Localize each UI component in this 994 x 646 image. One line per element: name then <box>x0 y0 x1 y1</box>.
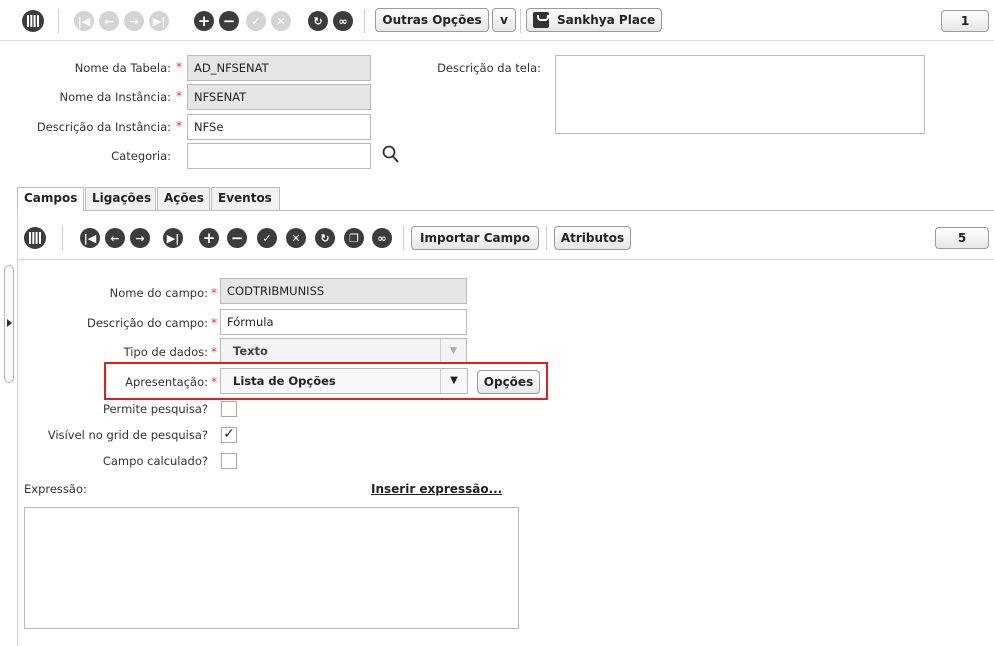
visivel-grid-checkbox[interactable]: ✓ <box>221 427 237 443</box>
checkmark-icon: ✓ <box>223 426 235 442</box>
apresentacao-label: Apresentação: <box>125 375 208 389</box>
tipo-dados-label: Tipo de dados: <box>123 345 208 359</box>
descricao-campo-field[interactable]: Fórmula <box>220 309 467 335</box>
triangle-right-icon <box>7 319 12 327</box>
copy-icon[interactable]: ❐ <box>344 228 364 248</box>
campo-calculado-checkbox[interactable] <box>221 453 237 469</box>
outras-opcoes-label: Outras Opções <box>382 13 482 27</box>
required-marker: * <box>176 89 182 103</box>
next-record-icon[interactable]: → <box>130 228 150 248</box>
toolbar-separator <box>364 9 365 33</box>
descricao-tela-label: Descrição da tela: <box>437 61 541 75</box>
toolbar-separator <box>58 9 59 33</box>
required-marker: * <box>211 375 217 389</box>
nome-tabela-field[interactable]: AD_NFSENAT <box>187 55 371 81</box>
first-record-icon[interactable]: |◀ <box>74 11 94 31</box>
refresh-icon[interactable]: ↻ <box>315 228 335 248</box>
grid-glyph-icon <box>27 15 39 27</box>
previous-record-icon[interactable]: ← <box>99 11 119 31</box>
permite-pesquisa-label: Permite pesquisa? <box>102 402 208 416</box>
remove-icon[interactable]: − <box>227 228 247 248</box>
first-record-icon[interactable]: |◀ <box>80 228 100 248</box>
expressao-label: Expressão: <box>24 482 87 496</box>
tab-campos[interactable]: Campos <box>17 187 84 211</box>
page-number: 1 <box>960 14 970 28</box>
cancel-icon[interactable]: ✕ <box>271 11 291 31</box>
sankhya-place-label: Sankhya Place <box>557 13 656 27</box>
tab-ligacoes[interactable]: Ligações <box>85 187 156 210</box>
toolbar-separator <box>520 9 521 33</box>
inner-page-number-badge: 5 <box>935 227 989 249</box>
previous-record-icon[interactable]: ← <box>105 228 125 248</box>
categoria-label: Categoria: <box>111 149 171 163</box>
descricao-instancia-field[interactable]: NFSe <box>187 114 371 140</box>
add-icon[interactable]: + <box>194 11 214 31</box>
nome-instancia-field[interactable]: NFSENAT <box>187 84 371 110</box>
nome-campo-label: Nome do campo: <box>109 286 208 300</box>
grid-glyph-icon <box>29 232 41 244</box>
last-record-icon[interactable]: ▶| <box>149 11 169 31</box>
nome-instancia-label: Nome da Instância: <box>59 90 171 104</box>
inner-toolbar-divider <box>18 259 994 260</box>
confirm-icon[interactable]: ✓ <box>246 11 266 31</box>
last-record-icon[interactable]: ▶| <box>163 228 183 248</box>
expressao-textarea[interactable] <box>24 507 519 629</box>
page-number-badge: 1 <box>941 10 989 32</box>
required-marker: * <box>211 286 217 300</box>
outras-opcoes-button[interactable]: Outras Opções <box>375 8 489 32</box>
campo-calculado-label: Campo calculado? <box>102 454 208 468</box>
attach-icon[interactable]: ∞ <box>333 11 353 31</box>
opcoes-button[interactable]: Opções <box>477 370 540 394</box>
opcoes-label: Opções <box>483 375 534 389</box>
attach-icon[interactable]: ∞ <box>372 228 392 248</box>
chevron-down-icon: ▼ <box>440 339 466 363</box>
tab-strip-line <box>84 210 994 211</box>
descricao-campo-label: Descrição do campo: <box>86 316 208 330</box>
required-marker: * <box>211 316 217 330</box>
nome-campo-field[interactable]: CODTRIBMUNISS <box>220 278 467 304</box>
permite-pesquisa-checkbox[interactable] <box>221 401 237 417</box>
inserir-expressao-link[interactable]: Inserir expressão... <box>371 482 502 496</box>
add-icon[interactable]: + <box>199 228 219 248</box>
shopping-bag-icon <box>533 12 549 28</box>
outras-opcoes-dropdown-button[interactable]: v <box>492 8 516 32</box>
remove-icon[interactable]: − <box>219 11 239 31</box>
toolbar-separator <box>62 226 63 250</box>
descricao-tela-field[interactable] <box>555 55 925 134</box>
descricao-instancia-label: Descrição da Instância: <box>36 120 171 134</box>
importar-campo-label: Importar Campo <box>420 231 530 245</box>
tipo-dados-select[interactable]: Texto ▼ <box>220 338 467 364</box>
apresentacao-value: Lista de Opções <box>233 374 336 388</box>
tab-eventos[interactable]: Eventos <box>211 187 280 210</box>
required-marker: * <box>211 345 217 359</box>
chevron-down-icon: v <box>500 13 508 27</box>
grid-view-icon[interactable] <box>24 227 46 249</box>
tab-acoes[interactable]: Ações <box>157 187 210 210</box>
apresentacao-select[interactable]: Lista de Opções ▼ <box>220 368 468 394</box>
toolbar-separator <box>403 226 404 250</box>
side-collapse-handle[interactable] <box>4 265 14 383</box>
sankhya-place-button[interactable]: Sankhya Place <box>526 8 662 32</box>
nome-tabela-label: Nome da Tabela: <box>74 61 171 75</box>
required-marker: * <box>176 60 182 74</box>
grid-view-icon[interactable] <box>22 10 44 32</box>
chevron-down-icon: ▼ <box>440 369 467 393</box>
toolbar-separator <box>546 226 547 250</box>
visivel-grid-label: Visível no grid de pesquisa? <box>47 428 208 442</box>
atributos-button[interactable]: Atributos <box>554 226 631 250</box>
importar-campo-button[interactable]: Importar Campo <box>411 226 539 250</box>
tipo-dados-value: Texto <box>233 344 268 358</box>
confirm-icon[interactable]: ✓ <box>257 228 277 248</box>
next-record-icon[interactable]: → <box>124 11 144 31</box>
categoria-field[interactable] <box>187 143 371 169</box>
search-icon[interactable] <box>381 144 401 166</box>
refresh-icon[interactable]: ↻ <box>308 11 328 31</box>
cancel-icon[interactable]: ✕ <box>286 228 306 248</box>
inner-page-number: 5 <box>957 231 967 245</box>
toolbar-divider <box>0 40 994 41</box>
required-marker: * <box>176 119 182 133</box>
atributos-label: Atributos <box>560 231 625 245</box>
panel-left-border <box>17 210 18 646</box>
